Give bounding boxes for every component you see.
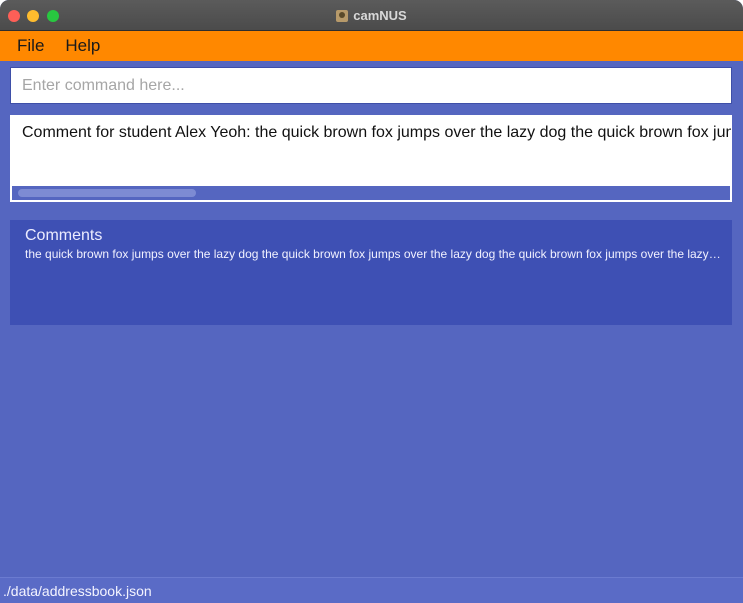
app-icon [336, 9, 349, 22]
command-box [10, 67, 732, 104]
comments-panel: Comments the quick brown fox jumps over … [10, 220, 732, 325]
app-window: camNUS File Help Comment for student Ale… [0, 0, 743, 603]
window-title: camNUS [353, 8, 407, 23]
menu-bar: File Help [0, 31, 743, 61]
title-bar: camNUS [0, 0, 743, 31]
comments-title: Comments [25, 227, 103, 244]
result-horizontal-scrollbar[interactable] [12, 186, 730, 200]
result-display[interactable]: Comment for student Alex Yeoh: the quick… [10, 115, 732, 202]
data-file-path: ./data/addressbook.json [3, 583, 152, 599]
scrollbar-thumb[interactable] [18, 189, 196, 197]
command-input[interactable] [11, 68, 731, 103]
status-bar: ./data/addressbook.json [0, 577, 743, 603]
result-text: Comment for student Alex Yeoh: the quick… [22, 124, 731, 141]
window-title-group: camNUS [0, 0, 743, 31]
comments-text: the quick brown fox jumps over the lazy … [25, 247, 723, 261]
menu-help[interactable]: Help [48, 36, 100, 56]
menu-file[interactable]: File [0, 36, 44, 56]
